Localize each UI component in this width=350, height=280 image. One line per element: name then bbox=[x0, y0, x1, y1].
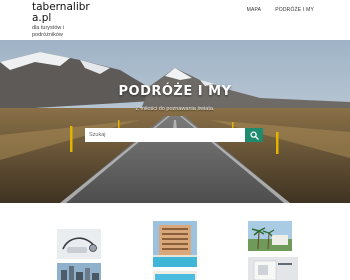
palm-resort-image bbox=[248, 221, 292, 251]
hero-title: PODRÓŻE I MY bbox=[118, 84, 232, 99]
thumbnail-palm-resort[interactable] bbox=[248, 221, 292, 251]
nav-item-mapa[interactable]: MAPA bbox=[247, 7, 262, 13]
search-icon bbox=[249, 130, 259, 140]
hero-landscape-image bbox=[0, 40, 350, 203]
nav-item-podroze-i-my[interactable]: PODRÓŻE I MY bbox=[275, 7, 314, 13]
search-input[interactable] bbox=[85, 128, 245, 142]
city-skyline-image bbox=[57, 263, 101, 280]
boarding-pass-image bbox=[248, 257, 298, 280]
thumbnail-pool-deck[interactable] bbox=[153, 269, 197, 280]
hotel-pool-image bbox=[153, 221, 197, 267]
thumbnail-boarding-pass[interactable] bbox=[248, 257, 298, 280]
thumbnail-city[interactable] bbox=[57, 263, 101, 280]
site-title[interactable]: tabernalibra.pl bbox=[32, 2, 92, 24]
stethoscope-image bbox=[57, 229, 101, 259]
search-button[interactable] bbox=[245, 128, 263, 142]
hero-subtitle: Z miłości do poznawania świata. bbox=[135, 106, 215, 112]
post-thumbnails bbox=[0, 203, 350, 280]
site-tagline: dla turystów i podróżników bbox=[32, 25, 65, 38]
site-branding: tabernalibra.pl dla turystów i podróżnik… bbox=[32, 2, 92, 38]
site-header: tabernalibra.pl dla turystów i podróżnik… bbox=[0, 0, 350, 40]
search-form bbox=[85, 128, 263, 142]
main-nav: MAPA PODRÓŻE I MY bbox=[247, 7, 314, 13]
pool-deck-image bbox=[153, 271, 197, 280]
thumbnail-stethoscope[interactable] bbox=[57, 229, 101, 259]
hero-banner: PODRÓŻE I MY Z miłości do poznawania świ… bbox=[0, 40, 350, 203]
thumbnail-hotel[interactable] bbox=[153, 221, 197, 267]
